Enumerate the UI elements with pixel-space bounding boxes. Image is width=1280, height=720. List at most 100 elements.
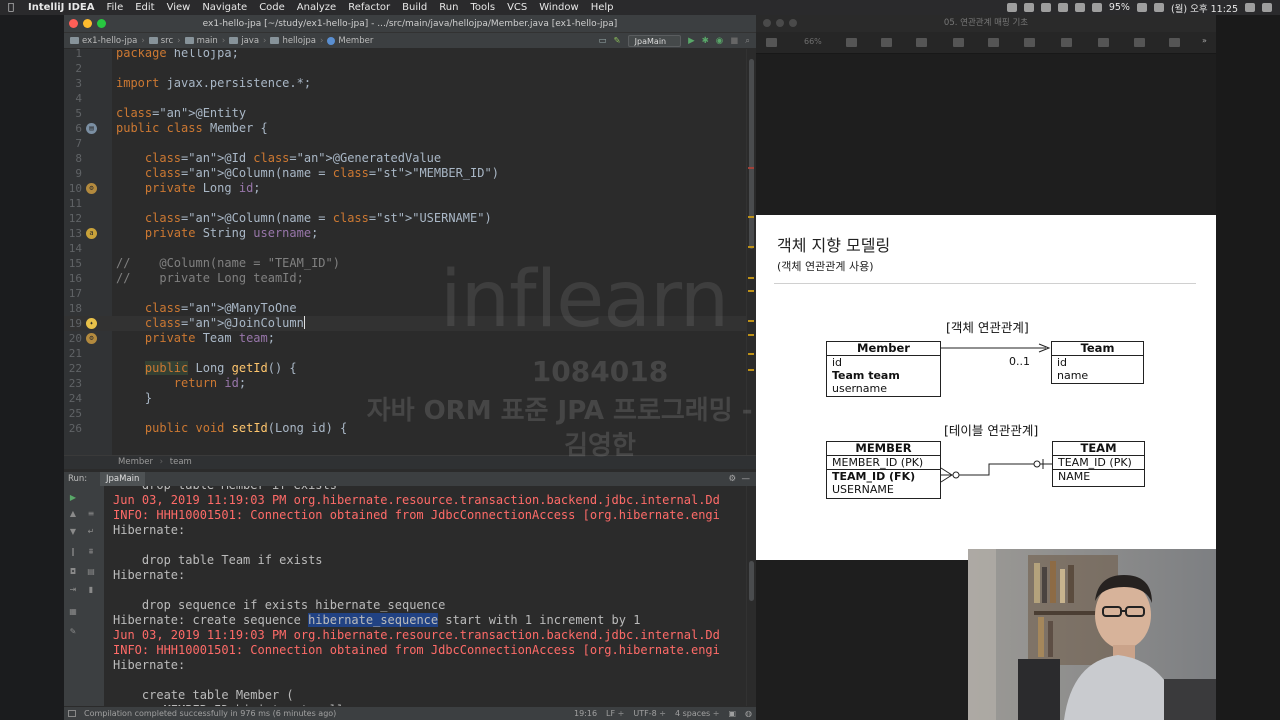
battery-percent[interactable]: 95% [1109, 2, 1130, 13]
menu-run[interactable]: Run [433, 0, 464, 15]
minimize-window-icon[interactable] [776, 19, 784, 27]
cloud-icon[interactable] [1057, 3, 1068, 12]
menu-app-name[interactable]: IntelliJ IDEA [22, 0, 100, 15]
caret-position[interactable]: 19:16 [574, 707, 597, 720]
code-line[interactable]: 16 // private Long teamId; [64, 271, 756, 286]
apple-menu-icon[interactable]:  [0, 2, 22, 13]
play-icon[interactable] [881, 38, 892, 47]
code-line[interactable]: 19 ✦ class="an">@JoinColumn [64, 316, 756, 331]
build-icon[interactable]: ✎ [614, 36, 621, 46]
notification-center-icon[interactable] [1262, 3, 1272, 12]
menu-analyze[interactable]: Analyze [291, 0, 342, 15]
menu-refactor[interactable]: Refactor [342, 0, 396, 15]
minimize-window-icon[interactable] [83, 19, 92, 28]
zoom-window-icon[interactable] [789, 19, 797, 27]
menu-file[interactable]: File [100, 0, 129, 15]
battery-icon[interactable] [1136, 3, 1147, 12]
menu-view[interactable]: View [161, 0, 197, 15]
down-icon[interactable]: ▼ [68, 528, 78, 536]
warning-stripe-mark[interactable] [748, 334, 754, 336]
warning-stripe-mark[interactable] [748, 290, 754, 292]
menu-vcs[interactable]: VCS [501, 0, 533, 15]
add-slide-icon[interactable] [846, 38, 857, 47]
breadcrumb-class[interactable]: Member [338, 36, 373, 46]
code-editor[interactable]: 1 package hellojpa; 2 3 import javax.persist… [64, 49, 756, 455]
layout-icon[interactable]: ▦ [68, 608, 78, 616]
breadcrumb-main[interactable]: main [197, 36, 218, 46]
breadcrumb-project[interactable]: ex1-hello-jpa [82, 36, 137, 46]
spotlight-icon[interactable] [1245, 3, 1255, 12]
status-icon-c[interactable] [1040, 3, 1051, 12]
warning-stripe-mark[interactable] [748, 277, 754, 279]
breadcrumb-src[interactable]: src [161, 36, 173, 46]
menu-build[interactable]: Build [396, 0, 433, 15]
scroll-to-end-icon[interactable]: ≡ [86, 510, 96, 518]
code-line[interactable]: 2 [64, 61, 756, 76]
pin-icon[interactable]: ✎ [68, 628, 78, 636]
hammer-icon[interactable]: ▭ [599, 36, 607, 46]
rehearse-icon[interactable] [916, 38, 927, 47]
warning-stripe-mark[interactable] [748, 369, 754, 371]
debug-icon[interactable]: ✱ [702, 36, 709, 46]
menu-code[interactable]: Code [253, 0, 291, 15]
code-line[interactable]: 5 class="an">@Entity [64, 106, 756, 121]
run-window-settings-icon[interactable]: ⚙ — [728, 472, 750, 486]
code-line[interactable]: 23 return id; [64, 376, 756, 391]
warning-stripe-mark[interactable] [748, 216, 754, 218]
code-line[interactable]: 11 [64, 196, 756, 211]
input-source-icon[interactable] [1153, 3, 1164, 12]
code-line[interactable]: 15 // @Column(name = "TEAM_ID") [64, 256, 756, 271]
code-line[interactable]: 25 [64, 406, 756, 421]
run-icon[interactable]: ▶ [688, 36, 695, 46]
file-encoding[interactable]: UTF-8 ÷ [633, 707, 666, 720]
clock[interactable]: (월) 오후 11:25 [1171, 1, 1238, 15]
slide-canvas[interactable]: 객체 지향 모델링 (객체 연관관계 사용) [객체 연관관계] Member … [756, 215, 1216, 560]
up-icon[interactable]: ▲ [68, 510, 78, 518]
filter-icon[interactable]: ⩩ [86, 548, 96, 556]
tool-windows-toggle-icon[interactable] [68, 710, 76, 717]
code-line[interactable]: 24 } [64, 391, 756, 406]
code-line[interactable]: 6 ▤ public class Member { [64, 121, 756, 136]
line-separator[interactable]: LF ÷ [606, 707, 624, 720]
breadcrumb-package[interactable]: hellojpa [282, 36, 316, 46]
format-icon[interactable] [1169, 38, 1180, 47]
menu-window[interactable]: Window [533, 0, 584, 15]
code-line[interactable]: 22 public Long getId() { [64, 361, 756, 376]
code-line[interactable]: 17 [64, 286, 756, 301]
camera-icon[interactable]: ◘ [68, 568, 78, 576]
menu-navigate[interactable]: Navigate [196, 0, 253, 15]
structure-crumb-class[interactable]: Member [118, 457, 153, 467]
code-line[interactable]: 26 public void setId(Long id) { [64, 421, 756, 436]
exit-icon[interactable]: ⇥ [68, 586, 78, 594]
relation-gutter-icon[interactable]: ⚙ [86, 333, 97, 344]
code-line[interactable]: 14 [64, 241, 756, 256]
run-tab-jpamain[interactable]: JpaMain [100, 472, 146, 486]
code-line[interactable]: 9 class="an">@Column(name = class="st">"… [64, 166, 756, 181]
table-icon[interactable] [953, 38, 964, 47]
coverage-icon[interactable]: ◉ [716, 36, 723, 46]
intention-bulb-icon[interactable]: ✦ [86, 318, 97, 329]
status-message[interactable]: Compilation completed successfully in 97… [84, 707, 336, 720]
console-scrollbar[interactable] [746, 486, 756, 706]
field-gutter-icon[interactable]: ⚙ [86, 183, 97, 194]
warning-stripe-mark[interactable] [748, 320, 754, 322]
stop-icon[interactable]: ■ [730, 36, 738, 46]
code-line[interactable]: 3 import javax.persistence.*; [64, 76, 756, 91]
code-line[interactable]: 12 class="an">@Column(name = class="st">… [64, 211, 756, 226]
field-gutter-icon[interactable]: a [86, 228, 97, 239]
zoom-window-icon[interactable] [97, 19, 106, 28]
menu-help[interactable]: Help [585, 0, 620, 15]
warning-stripe-mark[interactable] [748, 246, 754, 248]
menu-tools[interactable]: Tools [464, 0, 501, 15]
view-icon[interactable] [766, 38, 777, 47]
close-window-icon[interactable] [69, 19, 78, 28]
code-line[interactable]: 20 ⚙ private Team team; [64, 331, 756, 346]
wifi-icon[interactable] [1091, 3, 1102, 12]
code-line[interactable]: 1 package hellojpa; [64, 49, 756, 61]
run-console-output[interactable]: drop table Member if existsJun 03, 2019 … [104, 486, 756, 706]
status-icon-b[interactable] [1023, 3, 1034, 12]
pause-icon[interactable]: ‖ [68, 548, 78, 556]
text-icon[interactable] [1024, 38, 1035, 47]
more-icon[interactable]: » [1202, 36, 1207, 45]
search-everywhere-icon[interactable]: ⌕ [745, 36, 750, 46]
